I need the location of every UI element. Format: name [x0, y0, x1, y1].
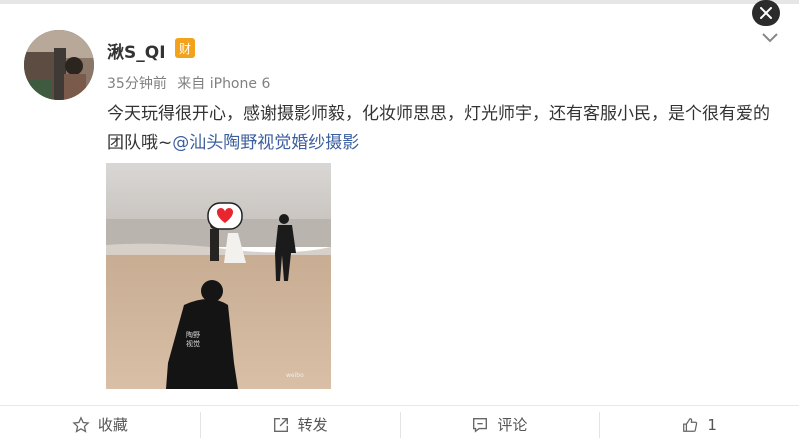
post-image[interactable]: 陶野 视觉 weibo: [106, 163, 331, 389]
favorite-button[interactable]: 收藏: [0, 406, 200, 443]
svg-text:weibo: weibo: [286, 372, 304, 379]
chevron-down-icon[interactable]: [760, 30, 780, 44]
post-time[interactable]: 35分钟前: [107, 76, 167, 92]
favorite-label: 收藏: [97, 416, 128, 434]
close-button[interactable]: [752, 0, 780, 26]
comment-icon: [473, 417, 488, 433]
mention-link[interactable]: @汕头陶野视觉婚纱摄影: [172, 133, 359, 153]
post-source: 来自 iPhone 6: [177, 76, 271, 92]
svg-text:陶野: 陶野: [186, 330, 200, 339]
thumbs-up-icon: [683, 417, 698, 432]
like-count: 1: [707, 415, 717, 434]
share-icon: [273, 417, 288, 432]
beach-photo: 陶野 视觉 weibo: [106, 163, 331, 389]
svg-text:视觉: 视觉: [186, 339, 200, 348]
close-icon: [760, 7, 772, 19]
top-strip: [0, 0, 799, 4]
username[interactable]: 湫S_QI: [107, 38, 166, 63]
comment-label: 评论: [497, 416, 528, 434]
avatar[interactable]: [24, 30, 94, 100]
post-text: 今天玩得很开心，感谢摄影师毅，化妆师思思，灯光师宇，还有客服小民，是个很有爱的团…: [107, 100, 777, 158]
action-bar: 收藏 转发 评论 1: [0, 405, 799, 443]
like-button[interactable]: 1: [599, 406, 799, 443]
heart-icon: [207, 202, 243, 230]
comment-button[interactable]: 评论: [399, 406, 600, 443]
wealth-badge[interactable]: 财: [175, 38, 195, 58]
avatar-image: [24, 30, 94, 100]
repost-label: 转发: [297, 416, 328, 434]
repost-button[interactable]: 转发: [199, 406, 400, 443]
star-icon: [72, 415, 90, 433]
post-meta: 35分钟前 来自 iPhone 6: [107, 73, 270, 93]
